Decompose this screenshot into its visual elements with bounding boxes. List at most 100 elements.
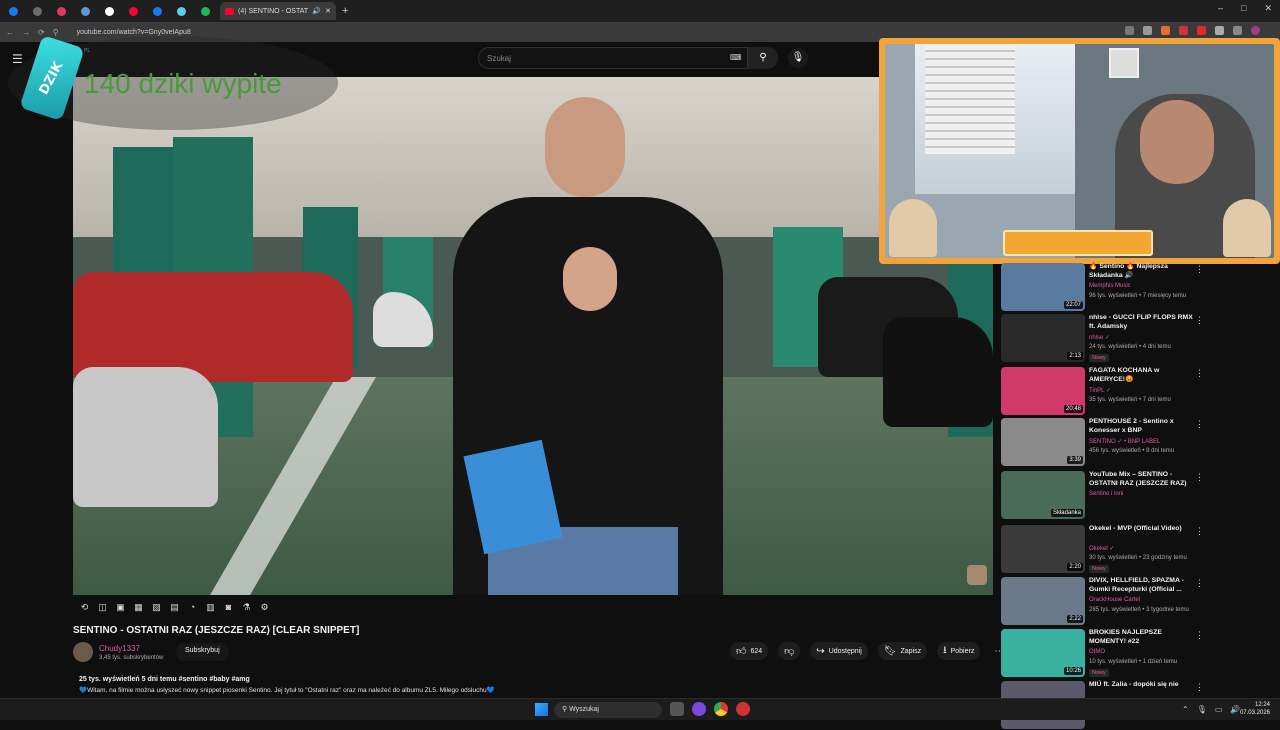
recommendation-item[interactable]: 20:48 FAGATA KOCHANA w AMERYCE!😡 TinPL ✓ 35…: [1001, 366, 1271, 416]
recommendation-menu-icon[interactable]: ⋮: [1195, 578, 1204, 589]
url-field[interactable]: youtube.com/watch?v=Gny0veIApu8: [77, 29, 191, 36]
recommendation-thumbnail[interactable]: 2:20: [1001, 525, 1085, 573]
image-icon[interactable]: ▨: [150, 601, 163, 613]
pinned-tab[interactable]: [2, 3, 24, 19]
shield-icon[interactable]: [1215, 26, 1224, 35]
search-input[interactable]: Szukaj: [478, 47, 748, 69]
save-button[interactable]: 🔖︎ Zapisz: [877, 642, 928, 660]
reload-icon[interactable]: ⟳: [38, 28, 45, 37]
recommendation-menu-icon[interactable]: ⋮: [1195, 419, 1204, 430]
recommendation-title[interactable]: nhlse - GUCCI FLIP FLOPS RMX ft. Adamsky: [1089, 313, 1194, 331]
camera-icon[interactable]: ◙: [222, 601, 235, 613]
chrome-icon[interactable]: [714, 702, 728, 716]
recommendation-item[interactable]: 10:26 BROKIES NAJLEPSZE MOMENTY! #22 OIMO 1…: [1001, 628, 1271, 678]
recommendation-thumbnail[interactable]: 2:13: [1001, 314, 1085, 362]
recommendation-title[interactable]: PENTHOUSE 2 - Sentino x Konesser x BNP: [1089, 417, 1194, 435]
recommendation-item[interactable]: 2:20 Okekel - MVP (Official Video) Okekel …: [1001, 524, 1271, 574]
maximize-button[interactable]: □: [1241, 3, 1246, 14]
recommendation-menu-icon[interactable]: ⋮: [1195, 682, 1204, 693]
screenshot-icon[interactable]: ▣: [114, 601, 127, 613]
clock[interactable]: 12:24 07.03.2026: [1240, 701, 1270, 717]
picture-in-picture-icon[interactable]: ▥: [204, 601, 217, 613]
microphone-icon[interactable]: 🎙: [788, 48, 808, 68]
recommendation-item[interactable]: 22:07 🔥 Sentino 🔥 Najlepsza Składanka 🔊 Me…: [1001, 262, 1271, 312]
recommendation-item[interactable]: 2:22 DIVIX, HELLFIELD, SPAZMA - Gumki Rec…: [1001, 576, 1271, 626]
recommendation-channel[interactable]: SENTINO ✓ • BNP LABEL: [1089, 438, 1160, 445]
recommendation-menu-icon[interactable]: ⋮: [1195, 315, 1204, 326]
recommendation-thumbnail[interactable]: 2:22: [1001, 577, 1085, 625]
recommendation-thumbnail[interactable]: 20:48: [1001, 367, 1085, 415]
close-tab-icon[interactable]: ✕: [325, 7, 331, 15]
recommendation-item[interactable]: 3:39 PENTHOUSE 2 - Sentino x Konesser x B…: [1001, 417, 1271, 467]
puzzle-icon[interactable]: [1233, 26, 1242, 35]
lab-flask-icon[interactable]: ⚗: [240, 601, 253, 613]
recommendation-channel[interactable]: OIMO: [1089, 649, 1105, 655]
new-tab-button[interactable]: +: [342, 5, 348, 17]
channel-avatar[interactable]: [73, 642, 93, 662]
close-window-button[interactable]: ✕: [1264, 3, 1272, 14]
loop-icon[interactable]: ⟲: [78, 601, 91, 613]
taskbar-search[interactable]: ⚲ Wyszukaj: [554, 702, 662, 718]
pinned-tab[interactable]: [170, 3, 192, 19]
recommendation-thumbnail[interactable]: 3:39: [1001, 418, 1085, 466]
volume-icon[interactable]: 🔊: [1230, 705, 1240, 714]
recommendation-item[interactable]: Składanka YouTube Mix – SENTINO - OSTATNI…: [1001, 470, 1271, 520]
recommendation-channel[interactable]: Memphis Music: [1089, 283, 1131, 289]
extension-red-icon[interactable]: [1179, 26, 1188, 35]
recommendation-channel[interactable]: TinPL ✓: [1089, 387, 1111, 394]
search-button[interactable]: ⚲: [748, 47, 778, 69]
active-tab[interactable]: (4) SENTINO - OSTATNI RAZ 🔊 ✕: [220, 2, 336, 20]
recommendation-title[interactable]: Okekel - MVP (Official Video): [1089, 524, 1194, 533]
recommendation-item[interactable]: 2:13 nhlse - GUCCI FLIP FLOPS RMX ft. Ada…: [1001, 313, 1271, 363]
channel-name[interactable]: Chudy1337: [99, 644, 140, 653]
pinned-tab[interactable]: [122, 3, 144, 19]
recommendation-title[interactable]: BROKIES NAJLEPSZE MOMENTY! #22: [1089, 628, 1194, 646]
recommendation-title[interactable]: MIÚ ft. Zalia - dopóki się nie: [1089, 680, 1194, 689]
recommendation-channel[interactable]: nhlse ✓: [1089, 334, 1110, 341]
recommendation-thumbnail[interactable]: Składanka: [1001, 471, 1085, 519]
recommendation-menu-icon[interactable]: ⋮: [1195, 630, 1204, 641]
recommendation-thumbnail[interactable]: 22:07: [1001, 263, 1085, 311]
recommendation-title[interactable]: DIVIX, HELLFIELD, SPAZMA - Gumki Receptu…: [1089, 576, 1194, 594]
recommendation-title[interactable]: FAGATA KOCHANA w AMERYCE!😡: [1089, 366, 1194, 384]
minimize-button[interactable]: –: [1218, 3, 1223, 14]
audio-icon[interactable]: 🔊: [312, 7, 321, 15]
pinned-tab[interactable]: [50, 3, 72, 19]
messenger-icon[interactable]: [692, 702, 706, 716]
pinned-tab[interactable]: [74, 3, 96, 19]
audio-bars-icon[interactable]: ◫: [96, 601, 109, 613]
file-explorer-icon[interactable]: [670, 702, 684, 716]
cast-icon[interactable]: [1125, 26, 1134, 35]
clip-icon[interactable]: ▦: [132, 601, 145, 613]
windows-start-icon[interactable]: [535, 703, 548, 716]
pinned-tab[interactable]: [146, 3, 168, 19]
recommendation-menu-icon[interactable]: ⋮: [1195, 526, 1204, 537]
miniplayer-icon[interactable]: ▤: [168, 601, 181, 613]
channel-watermark-icon[interactable]: [967, 565, 987, 585]
dislike-button[interactable]: 👎︎: [778, 642, 801, 660]
recommendation-title[interactable]: 🔥 Sentino 🔥 Najlepsza Składanka 🔊: [1089, 262, 1194, 280]
app-icon[interactable]: [736, 702, 750, 716]
pinned-tab[interactable]: [194, 3, 216, 19]
extension-red2-icon[interactable]: [1197, 26, 1206, 35]
recommendation-menu-icon[interactable]: ⋮: [1195, 368, 1204, 379]
bookmark-star-icon[interactable]: [1143, 26, 1152, 35]
pinned-tab[interactable]: [98, 3, 120, 19]
forward-icon[interactable]: →: [22, 28, 30, 37]
download-button[interactable]: ⭳ Pobierz: [937, 642, 981, 660]
speed-icon[interactable]: ◔: [186, 601, 199, 613]
recommendation-thumbnail[interactable]: 10:26: [1001, 629, 1085, 677]
share-button[interactable]: ↪ Udostępnij: [810, 642, 868, 660]
recommendation-title[interactable]: YouTube Mix – SENTINO - OSTATNI RAZ (JES…: [1089, 470, 1194, 489]
site-info-icon[interactable]: ⚲: [53, 28, 59, 37]
like-button[interactable]: 👍︎ 624: [730, 642, 769, 660]
back-icon[interactable]: ←: [6, 28, 14, 37]
pinned-tab[interactable]: [26, 3, 48, 19]
mic-tray-icon[interactable]: 🎙: [1197, 705, 1207, 714]
network-icon[interactable]: ▭: [1215, 705, 1223, 714]
description-text[interactable]: 💙Witam, na filmie można usłyszeć nowy sn…: [79, 686, 495, 694]
recommendation-menu-icon[interactable]: ⋮: [1195, 264, 1204, 275]
profile-icon[interactable]: [1251, 26, 1260, 35]
settings-gear-icon[interactable]: ⚙: [258, 601, 271, 613]
extension-orange-icon[interactable]: [1161, 26, 1170, 35]
